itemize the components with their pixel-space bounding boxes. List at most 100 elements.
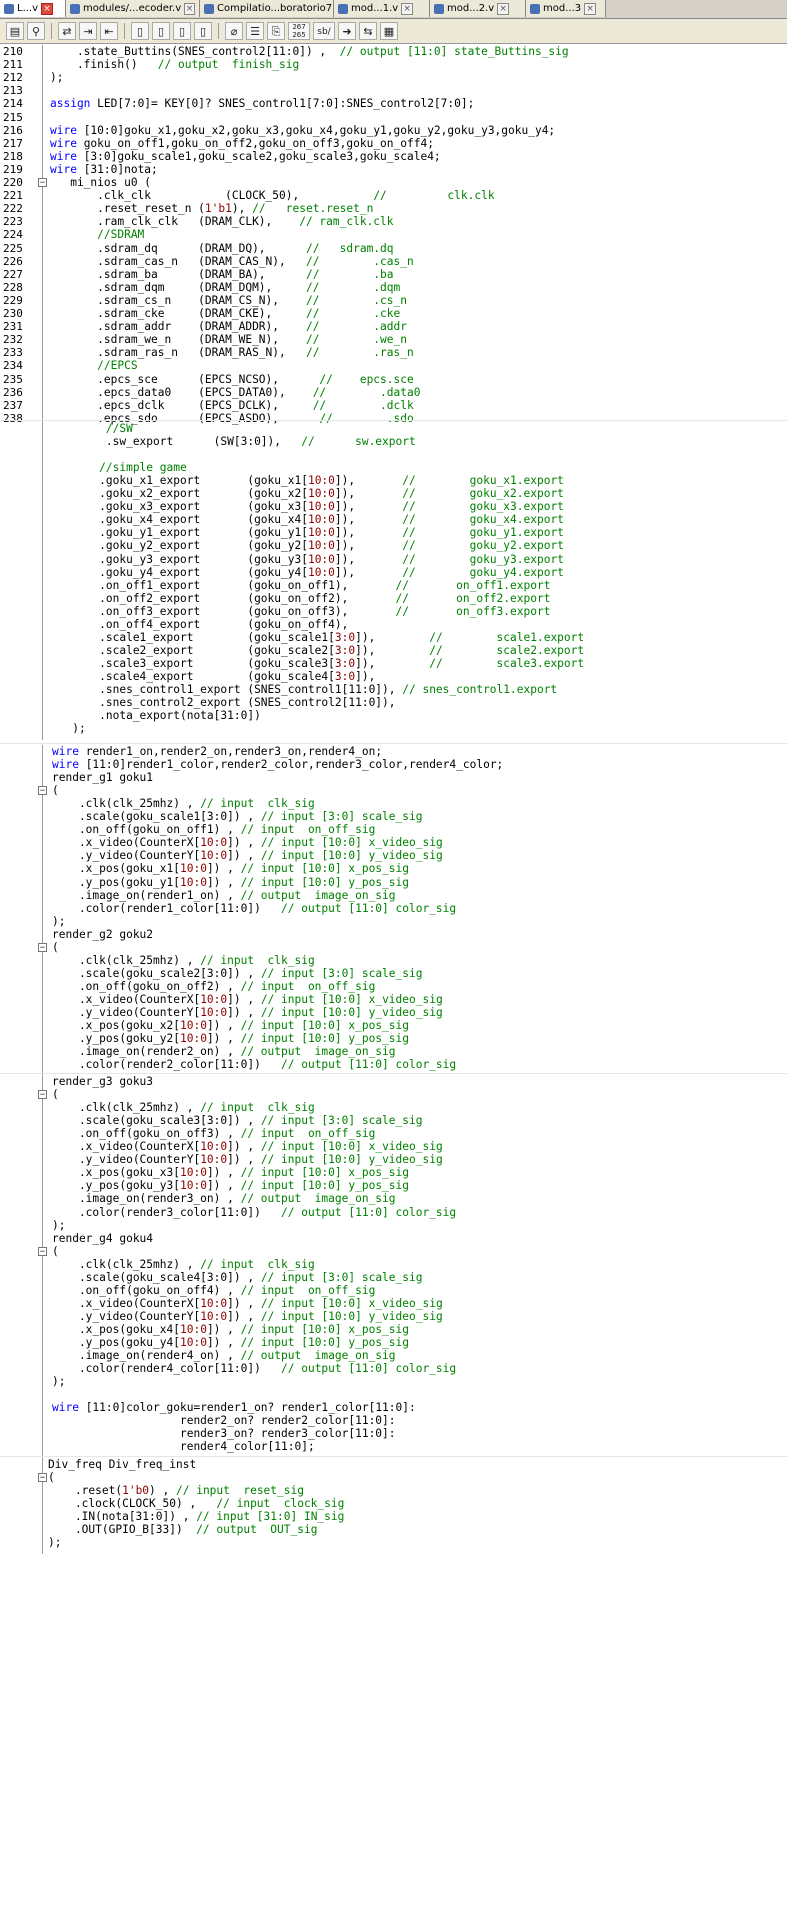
code-line[interactable]: ); <box>52 915 65 928</box>
code-line[interactable]: mi_nios u0 ( <box>50 176 151 189</box>
close-icon[interactable]: × <box>41 2 54 15</box>
goto-icon[interactable]: ➜ <box>338 22 356 40</box>
bookmark-next-icon[interactable]: ▯ <box>152 22 170 40</box>
code-line[interactable]: .x_video(CounterX[10:0]) , // input [10:… <box>52 836 443 849</box>
code-line[interactable]: .sdram_addr (DRAM_ADDR), // .addr <box>50 320 407 333</box>
code-line[interactable]: .goku_x1_export (goku_x1[10:0]), // goku… <box>52 474 564 487</box>
code-line[interactable]: .sdram_dq (DRAM_DQ), // sdram.dq <box>50 242 393 255</box>
code-line[interactable]: .scale(goku_scale1[3:0]) , // input [3:0… <box>52 810 423 823</box>
code-line[interactable]: .on_off2_export (goku_on_off2), // on_of… <box>52 592 550 605</box>
code-line[interactable]: .sdram_ras_n (DRAM_RAS_N), // .ras_n <box>50 346 414 359</box>
code-line[interactable]: Div_freq Div_freq_inst <box>48 1458 196 1471</box>
attach-icon[interactable]: ⌀ <box>225 22 243 40</box>
code-line[interactable]: .clk(clk_25mhz) , // input clk_sig <box>52 797 315 810</box>
collapse-icon[interactable]: − <box>38 942 47 952</box>
code-line[interactable]: .y_pos(goku_y2[10:0]) , // input [10:0] … <box>52 1032 409 1045</box>
code-line[interactable]: wire render1_on,render2_on,render3_on,re… <box>52 745 382 758</box>
tab-0[interactable]: L...v × <box>0 0 66 17</box>
close-icon[interactable]: × <box>401 2 414 15</box>
code-line[interactable]: .color(render1_color[11:0]) // output [1… <box>52 902 456 915</box>
code-line[interactable]: assign LED[7:0]= KEY[0]? SNES_control1[7… <box>50 97 474 110</box>
code-line[interactable]: ); <box>52 1375 65 1388</box>
unindent-icon[interactable]: ⇤ <box>100 22 118 40</box>
code-line[interactable]: .sdram_dqm (DRAM_DQM), // .dqm <box>50 281 400 294</box>
code-line[interactable]: ( <box>48 1471 55 1484</box>
code-line[interactable]: .on_off4_export (goku_on_off4), <box>52 618 348 631</box>
code-line[interactable]: render_g3 goku3 <box>52 1075 153 1088</box>
code-line[interactable]: .scale3_export (goku_scale3[3:0]), // sc… <box>52 657 584 670</box>
code-line[interactable]: .goku_x2_export (goku_x2[10:0]), // goku… <box>52 487 564 500</box>
code-editor[interactable]: 210 .state_Buttins(SNES_control2[11:0]) … <box>0 45 787 1924</box>
code-line[interactable]: .sdram_cs_n (DRAM_CS_N), // .cs_n <box>50 294 407 307</box>
code-line[interactable]: .goku_y2_export (goku_y2[10:0]), // goku… <box>52 539 564 552</box>
code-line[interactable]: .y_video(CounterY[10:0]) , // input [10:… <box>52 849 443 862</box>
code-line[interactable]: .clk_clk (CLOCK_50), // clk.clk <box>50 189 494 202</box>
code-line[interactable]: wire [31:0]nota; <box>50 163 158 176</box>
code-line[interactable]: render2_on? render2_color[11:0]: <box>52 1414 396 1427</box>
code-line[interactable]: .nota_export(nota[31:0]) <box>52 709 261 722</box>
code-line[interactable]: wire [3:0]goku_scale1,goku_scale2,goku_s… <box>50 150 441 163</box>
collapse-icon[interactable]: − <box>38 1090 47 1100</box>
code-line[interactable]: .sdram_cke (DRAM_CKE), // .cke <box>50 307 400 320</box>
compare-icon[interactable]: ⇆ <box>359 22 377 40</box>
code-line[interactable]: render3_on? render3_color[11:0]: <box>52 1427 396 1440</box>
close-icon[interactable]: × <box>184 2 195 15</box>
code-line[interactable]: wire [10:0]goku_x1,goku_x2,goku_x3,goku_… <box>50 124 555 137</box>
code-line[interactable]: .reset(1'b0) , // input reset_sig <box>48 1484 304 1497</box>
tab-1[interactable]: modules/...ecoder.v × <box>66 0 200 17</box>
code-line[interactable]: .epcs_dclk (EPCS_DCLK), // .dclk <box>50 399 414 412</box>
code-line[interactable]: //EPCS <box>50 359 137 372</box>
code-line[interactable]: .image_on(render1_on) , // output image_… <box>52 889 396 902</box>
code-line[interactable]: .clock(CLOCK_50) , // input clock_sig <box>48 1497 344 1510</box>
code-line[interactable]: .color(render4_color[11:0]) // output [1… <box>52 1362 456 1375</box>
code-line[interactable]: .goku_x3_export (goku_x3[10:0]), // goku… <box>52 500 564 513</box>
indent-icon[interactable]: ⇥ <box>79 22 97 40</box>
code-line[interactable]: .clk(clk_25mhz) , // input clk_sig <box>52 1101 315 1114</box>
close-icon[interactable]: × <box>497 2 510 15</box>
collapse-icon[interactable]: − <box>38 1473 47 1483</box>
collapse-icon[interactable]: − <box>38 786 47 796</box>
replace-icon[interactable]: ⇄ <box>58 22 76 40</box>
code-line[interactable]: .goku_y3_export (goku_y3[10:0]), // goku… <box>52 553 564 566</box>
code-line[interactable]: .snes_control2_export (SNES_control2[11:… <box>52 696 395 709</box>
code-line[interactable]: .clk(clk_25mhz) , // input clk_sig <box>52 954 315 967</box>
collapse-icon[interactable]: − <box>38 1246 47 1256</box>
code-line[interactable]: render4_color[11:0]; <box>52 1440 315 1453</box>
tab-3[interactable]: mod...1.v × <box>334 0 430 17</box>
code-line[interactable]: .y_pos(goku_y1[10:0]) , // input [10:0] … <box>52 876 409 889</box>
code-line[interactable]: .reset_reset_n (1'b1), // reset.reset_n <box>50 202 373 215</box>
code-line[interactable]: //SDRAM <box>50 228 144 241</box>
code-line[interactable]: .on_off3_export (goku_on_off3), // on_of… <box>52 605 550 618</box>
code-line[interactable]: .state_Buttins(SNES_control2[11:0]) , //… <box>50 45 569 58</box>
code-line[interactable]: .OUT(GPIO_B[33]) // output OUT_sig <box>48 1523 318 1536</box>
code-line[interactable]: render_g4 goku4 <box>52 1232 153 1245</box>
code-line[interactable]: .sdram_ba (DRAM_BA), // .ba <box>50 268 393 281</box>
code-line[interactable]: ); <box>50 71 63 84</box>
code-line[interactable]: .clk(clk_25mhz) , // input clk_sig <box>52 1258 315 1271</box>
code-line[interactable]: ); <box>52 722 85 735</box>
code-line[interactable]: .x_pos(goku_x4[10:0]) , // input [10:0] … <box>52 1323 409 1336</box>
code-line[interactable]: .scale1_export (goku_scale1[3:0]), // sc… <box>52 631 584 644</box>
code-line[interactable]: .y_video(CounterY[10:0]) , // input [10:… <box>52 1310 443 1323</box>
code-line[interactable]: .on_off(goku_on_off1) , // input on_off_… <box>52 823 375 836</box>
close-icon[interactable]: × <box>584 2 597 15</box>
code-line[interactable]: .on_off1_export (goku_on_off1), // on_of… <box>52 579 550 592</box>
code-line[interactable]: ( <box>52 784 59 797</box>
code-line[interactable]: .scale(goku_scale4[3:0]) , // input [3:0… <box>52 1271 423 1284</box>
line-number-icon[interactable]: 267 265 <box>288 22 310 40</box>
code-line[interactable]: ); <box>52 1219 65 1232</box>
code-line[interactable]: .y_pos(goku_y4[10:0]) , // input [10:0] … <box>52 1336 409 1349</box>
code-line[interactable]: .scale2_export (goku_scale2[3:0]), // sc… <box>52 644 584 657</box>
code-line[interactable]: .color(render3_color[11:0]) // output [1… <box>52 1206 456 1219</box>
code-line[interactable]: .goku_x4_export (goku_x4[10:0]), // goku… <box>52 513 564 526</box>
code-line[interactable]: .IN(nota[31:0]) , // input [31:0] IN_sig <box>48 1510 344 1523</box>
code-line[interactable]: .sw_export (SW[3:0]), // sw.export <box>52 435 416 448</box>
code-line[interactable]: render_g2 goku2 <box>52 928 153 941</box>
code-line[interactable]: .scale4_export (goku_scale4[3:0]), <box>52 670 375 683</box>
tab-5[interactable]: mod...3 × <box>526 0 606 17</box>
code-line[interactable]: .sdram_we_n (DRAM_WE_N), // .we_n <box>50 333 407 346</box>
find-icon[interactable]: ⚲ <box>27 22 45 40</box>
sb-icon[interactable]: sb/ <box>313 22 335 40</box>
template-icon[interactable]: ☰ <box>246 22 264 40</box>
code-line[interactable]: wire [11:0]color_goku=render1_on? render… <box>52 1401 416 1414</box>
